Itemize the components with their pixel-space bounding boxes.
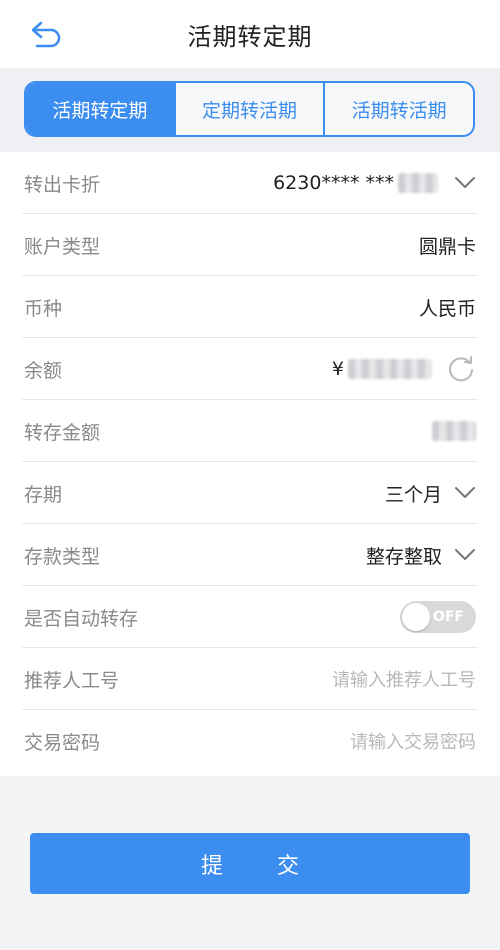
- tab-current-to-current[interactable]: 活期转活期: [323, 83, 473, 135]
- balance-label: 余额: [24, 359, 63, 382]
- back-arrow-icon: [31, 21, 61, 48]
- toggle-knob: [402, 603, 430, 631]
- masked-amount: [432, 421, 476, 441]
- masked-card-digits: [398, 173, 438, 193]
- currency-symbol: ¥: [331, 358, 344, 380]
- term-value: 三个月: [384, 483, 442, 506]
- toggle-state: OFF: [432, 609, 464, 625]
- auto-renew-label: 是否自动转存: [24, 607, 139, 630]
- amount-label: 转存金额: [24, 421, 101, 444]
- deposit-type-selector[interactable]: 整存整取: [366, 542, 476, 569]
- amount-row[interactable]: 转存金额: [0, 400, 500, 462]
- back-button[interactable]: [28, 16, 64, 52]
- deposit-type-label: 存款类型: [24, 545, 101, 568]
- chevron-down-icon: [454, 548, 476, 562]
- balance-value: ¥: [332, 354, 476, 384]
- card-label: 转出卡折: [24, 173, 101, 196]
- amount-input[interactable]: [432, 421, 476, 441]
- password-row[interactable]: 交易密码 请输入交易密码: [0, 710, 500, 772]
- page-title: 活期转定期: [187, 22, 313, 51]
- password-input[interactable]: 请输入交易密码: [350, 728, 476, 754]
- header-bar: 活期转定期: [0, 0, 500, 68]
- referrer-label: 推荐人工号: [24, 669, 120, 692]
- term-selector[interactable]: 三个月: [385, 480, 476, 507]
- currency-value: 人民币: [418, 297, 476, 320]
- card-number: 6230**** ***: [273, 172, 394, 194]
- masked-balance: [348, 359, 432, 379]
- auto-renew-toggle-wrap: OFF: [400, 601, 476, 633]
- account-type-row: 账户类型 圆鼎卡: [0, 214, 500, 276]
- deposit-type-row[interactable]: 存款类型 整存整取: [0, 524, 500, 586]
- currency-label: 币种: [24, 297, 63, 320]
- balance-row: 余额 ¥: [0, 338, 500, 400]
- submit-button[interactable]: 提交: [30, 833, 470, 894]
- currency-row: 币种 人民币: [0, 276, 500, 338]
- term-label: 存期: [24, 483, 63, 506]
- term-row[interactable]: 存期 三个月: [0, 462, 500, 524]
- tab-current-to-fixed[interactable]: 活期转定期: [26, 83, 174, 135]
- deposit-type-value: 整存整取: [365, 545, 442, 568]
- tab-bar: 活期转定期 定期转活期 活期转活期: [24, 81, 475, 137]
- auto-renew-row: 是否自动转存 OFF: [0, 586, 500, 648]
- referrer-input[interactable]: 请输入推荐人工号: [332, 666, 476, 692]
- tab-fixed-to-current[interactable]: 定期转活期: [173, 83, 324, 135]
- chevron-down-icon: [454, 176, 476, 190]
- card-selector[interactable]: 6230**** ***: [273, 172, 476, 194]
- chevron-down-icon: [454, 486, 476, 500]
- account-type-value: 圆鼎卡: [418, 235, 476, 258]
- transfer-form: 转出卡折 6230**** *** 账户类型 圆鼎卡 币种 人民币 余额 ¥ 转…: [0, 152, 500, 776]
- referrer-row[interactable]: 推荐人工号 请输入推荐人工号: [0, 648, 500, 710]
- password-label: 交易密码: [24, 731, 101, 754]
- card-row[interactable]: 转出卡折 6230**** ***: [0, 152, 500, 214]
- refresh-icon[interactable]: [446, 354, 476, 384]
- account-type-label: 账户类型: [24, 235, 101, 258]
- tab-bar-container: 活期转定期 定期转活期 活期转活期: [0, 68, 500, 152]
- auto-renew-toggle[interactable]: OFF: [400, 601, 476, 633]
